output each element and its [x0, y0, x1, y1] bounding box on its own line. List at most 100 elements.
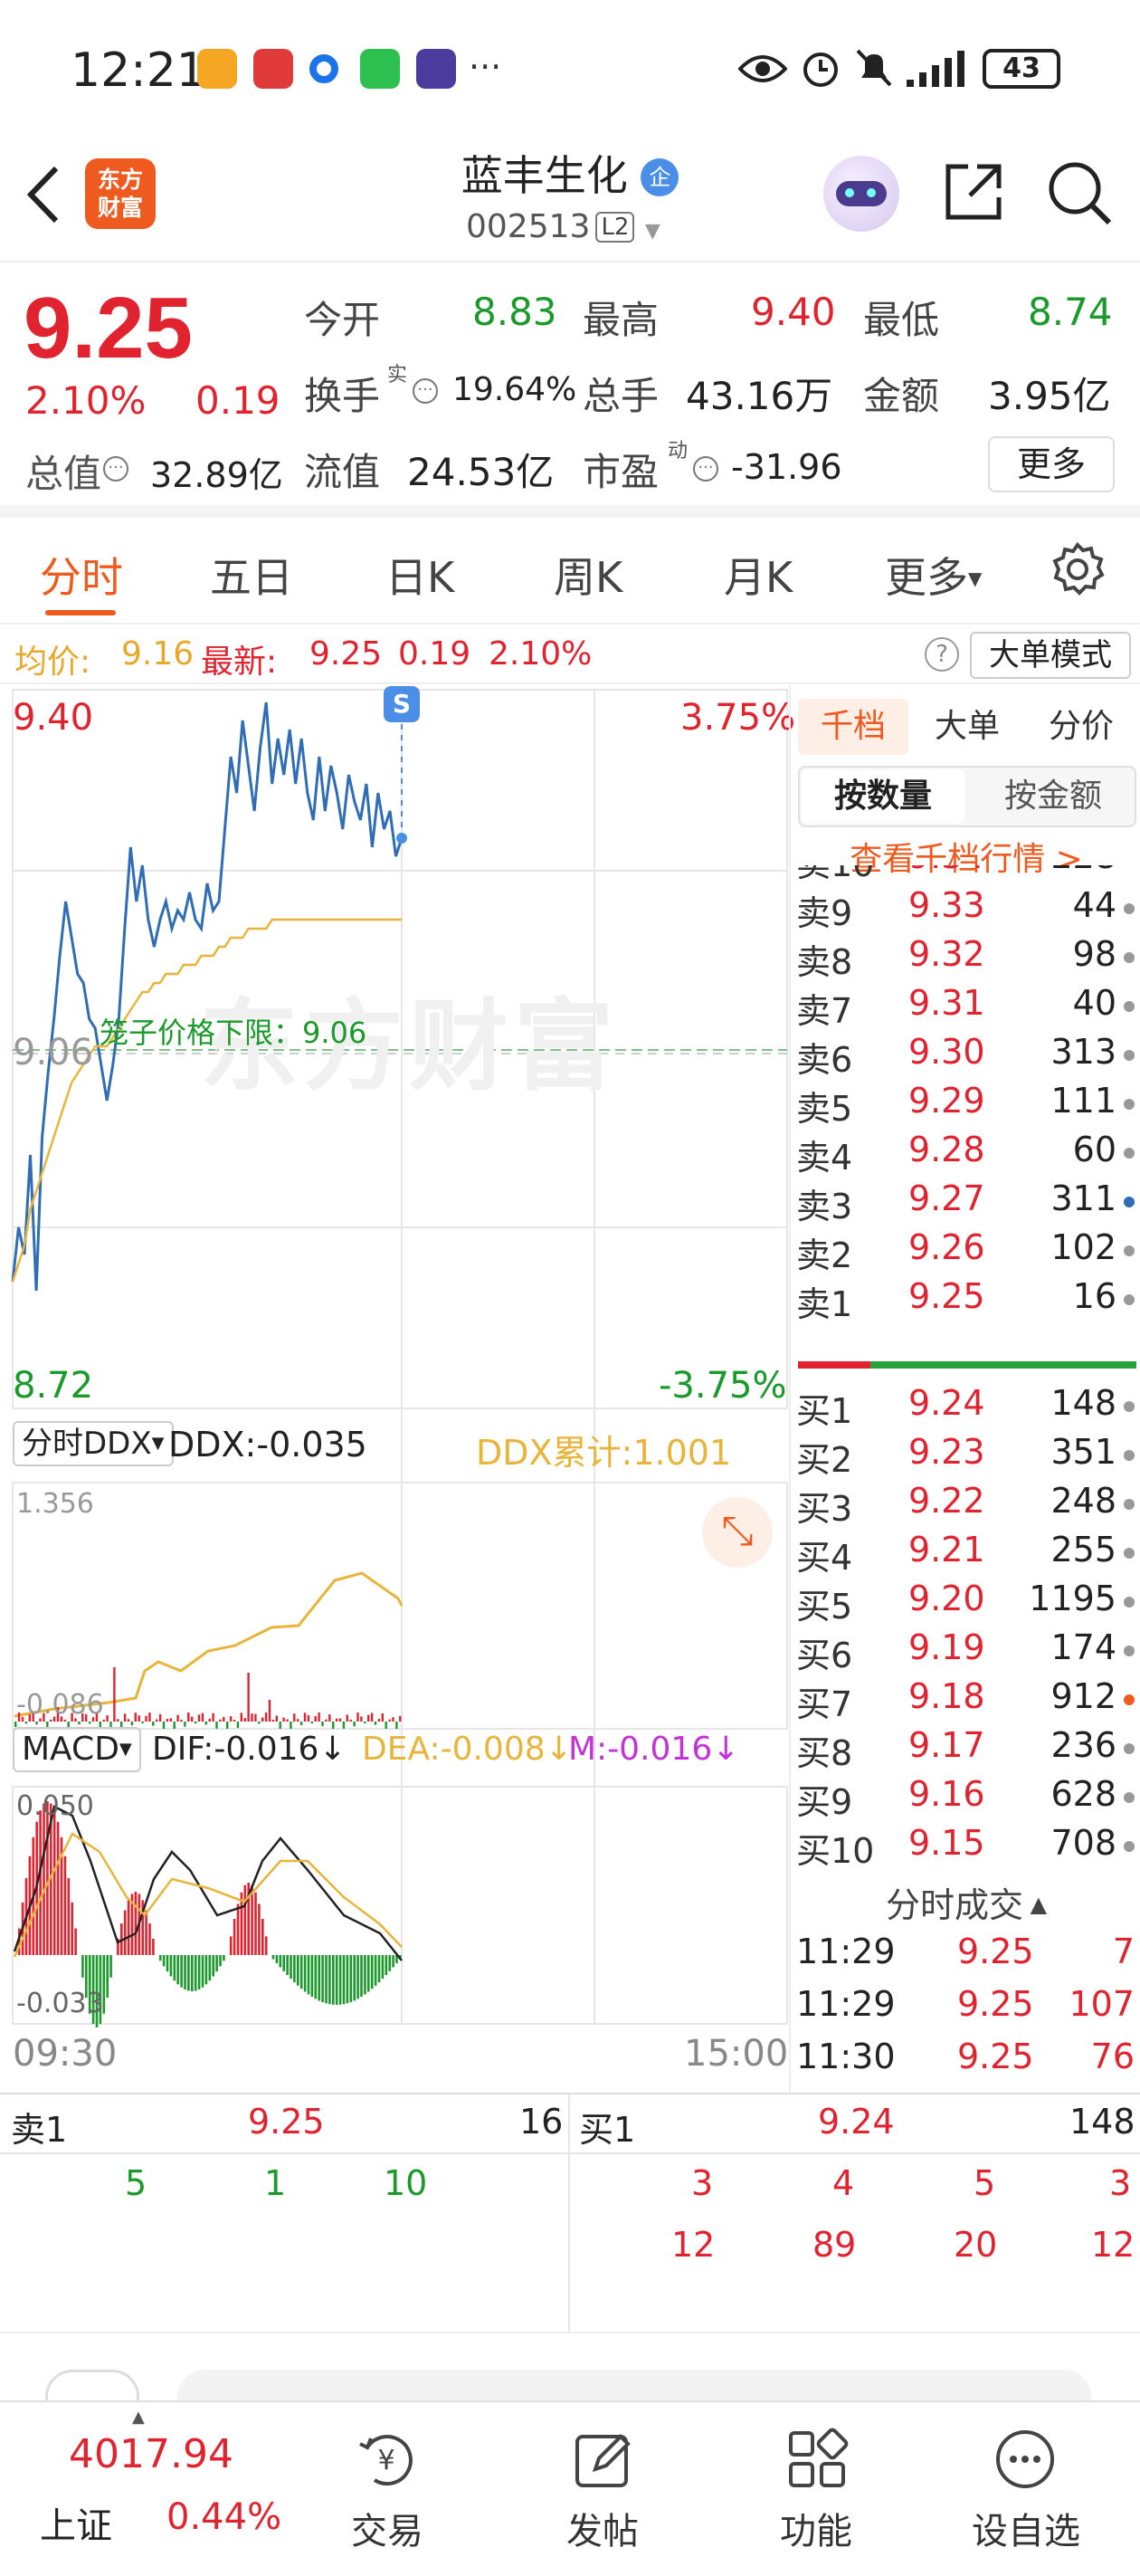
comment-bar[interactable]: [0, 2332, 1140, 2400]
ddx-bar: [166, 1718, 169, 1722]
mktcap-value: 32.89亿: [150, 455, 283, 495]
bid-row[interactable]: 买6 9.19 174: [791, 1627, 1140, 1676]
tab-weekly-k[interactable]: 周K: [554, 545, 622, 605]
expand-icon[interactable]: ⤡: [702, 1497, 773, 1568]
chevron-down-icon[interactable]: ▼: [645, 220, 660, 243]
comment-input[interactable]: [177, 2370, 1091, 2400]
share-icon[interactable]: [941, 159, 1006, 224]
buy-queue-item: 20: [954, 2225, 998, 2265]
macd-bar: [106, 1955, 109, 1999]
macd-bar: [367, 1955, 370, 1992]
trades-title[interactable]: 分时成交 ▲: [791, 1877, 1140, 1927]
macd-bar: [43, 1803, 45, 1955]
trade-time: 11:29: [796, 1984, 896, 2024]
info-circle-icon[interactable]: ···: [413, 378, 438, 404]
ddx-bar: [374, 1722, 377, 1725]
low-label: 最低: [863, 298, 940, 342]
y-ref-label: 9.06: [13, 1032, 94, 1073]
nav-trade[interactable]: 交易: [306, 2502, 469, 2554]
macd-bar: [290, 1955, 292, 1980]
tab-monthly-k[interactable]: 月K: [724, 545, 793, 605]
macd-bar: [335, 1955, 338, 2005]
tab-intraday[interactable]: 分时: [40, 545, 123, 605]
s-marker[interactable]: S: [384, 686, 420, 722]
bid-label: 买7: [796, 1684, 853, 1724]
macd-bar: [374, 1955, 377, 1986]
ddx-bar: [152, 1722, 155, 1726]
sell-queue-item: 5: [125, 2163, 147, 2203]
bid-row[interactable]: 买8 9.17 236: [791, 1725, 1140, 1774]
bid-row[interactable]: 买4 9.21 255: [791, 1530, 1140, 1579]
ddx-bar: [303, 1713, 307, 1722]
index-ticker[interactable]: ▲ 4017.94 上证 0.44%: [0, 2402, 299, 2576]
bid-volume: 351: [1050, 1432, 1116, 1472]
bid-row[interactable]: 买1 9.24 148: [791, 1383, 1140, 1432]
latest-label: 最新:: [201, 644, 278, 681]
tab-daily-k[interactable]: 日K: [385, 545, 454, 605]
nav-add-watchlist[interactable]: 设自选: [945, 2502, 1107, 2554]
more-button[interactable]: 更多: [988, 436, 1115, 492]
help-icon[interactable]: ?: [925, 637, 959, 672]
sell-queue-price: 9.25: [248, 2102, 325, 2142]
bid-row[interactable]: 买5 9.20 1195: [791, 1579, 1140, 1627]
index-value: 4017.94: [69, 2431, 233, 2477]
caret-down-icon: ▼: [968, 568, 983, 589]
amount-label: 金额: [863, 374, 940, 418]
ddx-bar: [156, 1719, 158, 1722]
bid-volume: 1195: [1029, 1579, 1116, 1618]
bid-row[interactable]: 买10 9.15 708: [791, 1823, 1140, 1872]
caret-down-icon: ▼: [119, 1740, 132, 1759]
ddx-bar: [325, 1719, 328, 1722]
ddx-bar: [332, 1722, 335, 1729]
status-bar: 12:21 ··· 43: [0, 0, 1140, 136]
macd-bar: [303, 1955, 307, 1992]
gear-icon[interactable]: [1050, 541, 1106, 597]
info-circle-icon[interactable]: ···: [103, 456, 128, 482]
macd-bar: [123, 1910, 127, 1955]
macd-bar: [279, 1955, 282, 1968]
signal-icon: [907, 51, 964, 87]
high-value: 9.40: [751, 290, 836, 334]
tab-more[interactable]: 更多▼: [885, 545, 982, 605]
ddx-bar: [271, 1719, 275, 1722]
ddx-bar: [328, 1714, 331, 1722]
intraday-chart-area[interactable]: 东方财富 9.40 3.75% 9.06 笼子价格下限：9.06 8.72 -3…: [0, 684, 795, 2093]
bid-row[interactable]: 买3 9.22 248: [791, 1481, 1140, 1530]
info-circle-icon[interactable]: ···: [693, 456, 718, 482]
macd-selector[interactable]: MACD▼: [13, 1727, 141, 1772]
ddx-bar: [212, 1713, 214, 1722]
comment-icon[interactable]: [45, 2370, 139, 2400]
index-name: 上证: [40, 2505, 112, 2547]
macd-bar: [215, 1955, 218, 1972]
quote-panel: 9.25 2.10% 0.19 总值 ··· 32.89亿 今开 8.83 最高…: [0, 262, 1140, 518]
nav-functions[interactable]: 功能: [735, 2502, 898, 2554]
macd-bar: [208, 1955, 212, 1981]
macd-bar: [134, 1892, 138, 1955]
latest-change: 0.19: [398, 635, 471, 673]
macd-bar: [166, 1955, 169, 1972]
trade-volume: 7: [1112, 1932, 1135, 1971]
bid-row[interactable]: 买7 9.18 912: [791, 1676, 1140, 1725]
ddx-selector[interactable]: 分时DDX▼: [13, 1421, 174, 1466]
ddx-bar: [223, 1716, 225, 1722]
macd-bar: [251, 1884, 253, 1955]
search-icon[interactable]: [1046, 159, 1115, 228]
ddx-bar: [243, 1718, 246, 1722]
bid-row[interactable]: 买2 9.23 351: [791, 1432, 1140, 1481]
macd-bar: [286, 1955, 289, 1976]
macd-bar: [338, 1955, 342, 2005]
robot-assistant-icon[interactable]: [823, 156, 899, 232]
tab-five-day[interactable]: 五日: [210, 545, 293, 605]
bid-row[interactable]: 买9 9.16 628: [791, 1774, 1140, 1823]
ddx-bar: [208, 1718, 211, 1722]
bid-label: 买1: [796, 1391, 853, 1431]
macd-bar: [201, 1955, 204, 1988]
sell-queue-item: 10: [384, 2163, 428, 2203]
arrow-down-icon: ↓: [318, 1731, 347, 1768]
nav-post[interactable]: 发帖: [521, 2502, 684, 2554]
app-icon: [416, 49, 456, 89]
macd-bar: [173, 1955, 176, 1981]
big-order-mode-button[interactable]: 大单模式: [970, 632, 1131, 679]
macd-bar: [81, 1955, 84, 1978]
macd-bar: [39, 1810, 42, 1955]
